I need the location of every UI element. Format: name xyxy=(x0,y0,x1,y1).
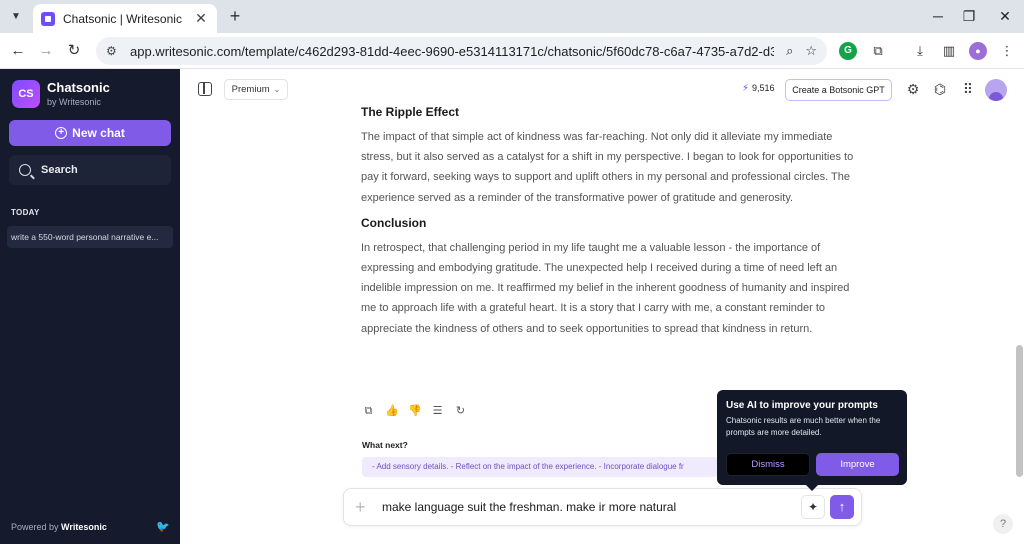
chat-response: The Ripple Effect The impact of that sim… xyxy=(361,105,861,347)
history-section-today: TODAY xyxy=(11,208,40,217)
writesonic-favicon-icon xyxy=(41,11,55,26)
response-actions: ⧉ 👍 👎 ☰ ↻ xyxy=(362,405,467,418)
what-next-label: What next? xyxy=(362,440,408,450)
search-label: Search xyxy=(41,164,78,176)
browser-tab-active[interactable]: Chatsonic | Writesonic ✕ xyxy=(33,4,217,33)
what-next-suggestion[interactable]: - Add sensory details. - Reflect on the … xyxy=(362,457,718,477)
twitter-icon[interactable]: 🐦 xyxy=(156,520,170,533)
sidebar-search[interactable]: Search xyxy=(9,155,171,185)
credits-value: 9,516 xyxy=(752,83,775,93)
chatsonic-logo[interactable]: CS xyxy=(12,80,40,108)
minimize-icon[interactable]: ─ xyxy=(928,6,948,26)
new-chat-button[interactable]: + New chat xyxy=(9,120,171,146)
powered-by-prefix: Powered by xyxy=(11,522,62,532)
thumbs-up-icon[interactable]: 👍 xyxy=(385,405,399,418)
copy-icon[interactable]: ⧉ xyxy=(362,405,375,418)
chevron-down-icon[interactable]: ▼ xyxy=(6,6,26,26)
reload-icon[interactable]: ↻ xyxy=(64,41,84,61)
paragraph: In retrospect, that challenging period i… xyxy=(361,241,850,335)
new-tab-button[interactable]: + xyxy=(226,6,244,26)
star-icon[interactable]: ☆ xyxy=(805,43,817,59)
plus-icon[interactable]: + xyxy=(355,498,366,516)
history-item[interactable]: write a 550-word personal narrative e... xyxy=(7,226,173,248)
browser-toolbar: ← → ↻ ⚙ app.writesonic.com/template/c462… xyxy=(0,33,1024,69)
close-icon[interactable]: ✕ xyxy=(193,10,209,27)
powered-by: Powered by Writesonic xyxy=(11,522,107,532)
popup-actions: Dismiss Improve xyxy=(726,453,899,476)
main-panel: Premium ⌄ ⚡ 9,516 Create a Botsonic GPT ⚙… xyxy=(180,69,1024,544)
settings-sliders-icon[interactable]: ☰ xyxy=(431,405,444,418)
share-icon[interactable]: ⌬ xyxy=(931,80,949,98)
plus-circle-icon: + xyxy=(55,127,68,139)
plan-label: Premium xyxy=(231,84,270,95)
sparkle-icon[interactable]: ✦ xyxy=(801,495,825,519)
url-text[interactable]: app.writesonic.com/template/c462d293-81d… xyxy=(130,44,774,59)
bolt-icon: ⚡ xyxy=(742,83,750,94)
grammarly-icon[interactable]: G xyxy=(839,42,857,60)
puzzle-icon[interactable]: ⧉ xyxy=(869,42,887,60)
plan-selector[interactable]: Premium ⌄ xyxy=(224,79,288,100)
credits-counter: ⚡ 9,516 xyxy=(742,83,775,94)
tab-title: Chatsonic | Writesonic xyxy=(63,11,182,26)
arrow-left-icon[interactable]: ← xyxy=(8,41,28,61)
download-icon[interactable]: ⤓ xyxy=(911,42,929,60)
kebab-icon[interactable]: ⋮ xyxy=(998,42,1016,60)
new-chat-label: New chat xyxy=(72,126,125,140)
sidebar: CS Chatsonic by Writesonic + New chat Se… xyxy=(0,69,180,544)
section-heading: Conclusion xyxy=(361,215,427,230)
popup-title: Use AI to improve your prompts xyxy=(726,400,878,411)
thumbs-down-icon[interactable]: 👎 xyxy=(408,405,422,418)
prompt-input[interactable]: make language suit the freshman. make ir… xyxy=(382,500,676,514)
chevron-down-icon: ⌄ xyxy=(273,85,281,94)
help-button[interactable]: ? xyxy=(993,514,1013,534)
popup-body: Chatsonic results are much better when t… xyxy=(726,416,881,437)
apps-grid-icon[interactable]: ⠿ xyxy=(959,80,977,98)
search-icon[interactable]: ⌕ xyxy=(786,43,793,59)
side-panel-icon[interactable]: ▥ xyxy=(940,42,958,60)
tune-icon[interactable]: ⚙ xyxy=(106,44,124,58)
paragraph: The impact of that simple act of kindnes… xyxy=(361,131,854,204)
restore-icon[interactable]: ❐ xyxy=(959,6,979,26)
avatar[interactable] xyxy=(985,79,1007,101)
prompt-composer: + make language suit the freshman. make … xyxy=(343,488,862,526)
scrollbar[interactable] xyxy=(1016,345,1023,477)
toggle-sidebar-icon[interactable] xyxy=(198,82,212,96)
window-close-icon[interactable]: ✕ xyxy=(995,6,1015,26)
brand-subtitle: by Writesonic xyxy=(47,97,101,107)
brand-name: Chatsonic xyxy=(47,80,110,95)
dismiss-button[interactable]: Dismiss xyxy=(726,453,810,476)
create-botsonic-button[interactable]: Create a Botsonic GPT xyxy=(785,79,892,101)
send-button[interactable]: ↑ xyxy=(830,495,854,519)
browser-tab-strip: ▼ Chatsonic | Writesonic ✕ + ─ ❐ ✕ xyxy=(0,0,1024,33)
gear-icon[interactable]: ⚙ xyxy=(904,80,922,98)
profile-icon[interactable]: ● xyxy=(969,42,987,60)
improve-button[interactable]: Improve xyxy=(816,453,899,476)
arrow-right-icon[interactable]: → xyxy=(36,41,56,61)
improve-prompt-popup: Use AI to improve your prompts Chatsonic… xyxy=(717,390,907,491)
search-icon xyxy=(19,164,31,176)
address-bar[interactable]: ⚙ app.writesonic.com/template/c462d293-8… xyxy=(96,37,827,65)
powered-by-brand[interactable]: Writesonic xyxy=(61,522,107,532)
regenerate-icon[interactable]: ↻ xyxy=(454,405,467,418)
section-heading: The Ripple Effect xyxy=(361,105,460,119)
